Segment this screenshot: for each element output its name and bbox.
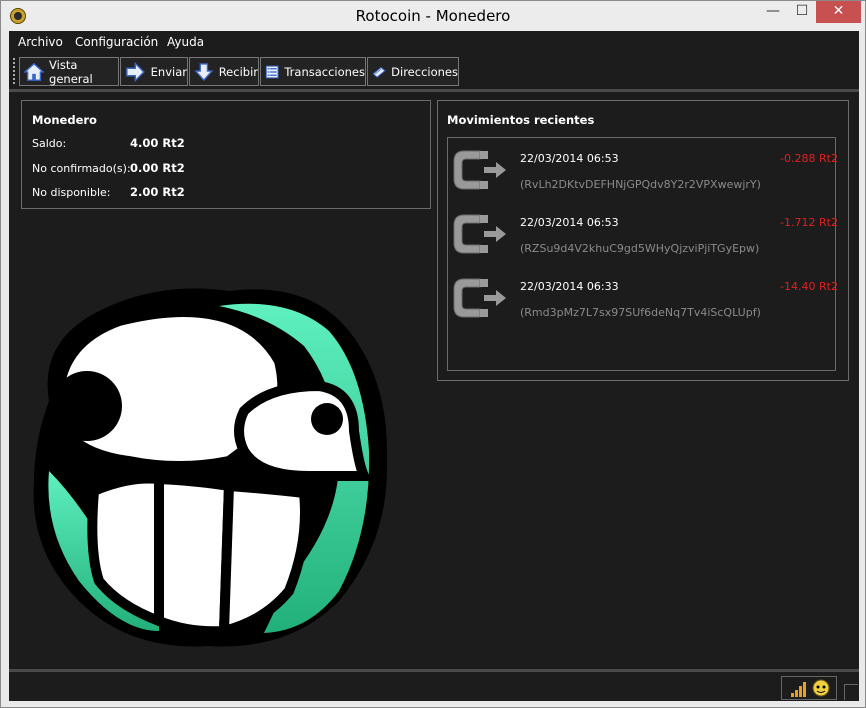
application-window: Rotocoin - Monedero — ☐ ✕ Archivo Config… (0, 0, 866, 708)
connection-bars-icon[interactable] (790, 680, 808, 698)
receive-arrow-icon (194, 62, 214, 81)
maximize-button[interactable]: ☐ (788, 1, 816, 23)
unconfirmed-value: 0.00 Rt2 (130, 161, 185, 175)
home-icon (24, 62, 45, 81)
transactions-button[interactable]: Transacciones (260, 57, 366, 86)
addresses-button[interactable]: Direcciones (367, 57, 459, 86)
transaction-address: (Rmd3pMz7L7sx97SUf6deNq7Tv4iScQLUpf) (520, 306, 761, 319)
transactions-list-icon (265, 65, 279, 78)
close-button[interactable]: ✕ (816, 1, 861, 23)
unconfirmed-label: No confirmado(s): (32, 162, 131, 175)
sent-coin-icon (453, 150, 506, 190)
transactions-list[interactable]: 22/03/2014 06:53 -0.288 Rt2 (RvLh2DKtvDE… (447, 137, 838, 371)
rotocoin-mascot-logo (33, 288, 388, 647)
minimize-button[interactable]: — (759, 1, 787, 23)
receive-button[interactable]: Recibir (189, 57, 259, 86)
sync-status-icon[interactable] (812, 679, 830, 697)
balance-label: Saldo: (32, 137, 67, 150)
recent-title: Movimientos recientes (447, 113, 595, 127)
transactions-label: Transacciones (284, 64, 365, 79)
transaction-date: 22/03/2014 06:53 (520, 216, 619, 229)
send-label: Enviar (150, 64, 187, 79)
toolbar-divider (9, 89, 859, 92)
transaction-date: 22/03/2014 06:33 (520, 280, 619, 293)
title-bar[interactable]: Rotocoin - Monedero — ☐ ✕ (1, 1, 865, 31)
status-bar (9, 672, 859, 701)
toolbar-grip[interactable] (13, 58, 15, 84)
transaction-item[interactable]: 22/03/2014 06:53 -0.288 Rt2 (RvLh2DKtvDE… (448, 138, 838, 198)
sent-coin-icon (453, 214, 506, 254)
receive-label: Recibir (218, 64, 258, 79)
unavailable-label: No disponible: (32, 186, 111, 199)
client-area: Archivo Configuración Ayuda Vista genera… (9, 31, 859, 701)
menu-bar: Archivo Configuración Ayuda (9, 31, 859, 53)
address-book-icon (372, 66, 386, 78)
transaction-amount: -14.40 Rt2 (780, 280, 838, 293)
transaction-address: (RZSu9d4V2khuC9gd5WHyQjzviPjiTGyEpw) (520, 242, 760, 255)
menu-configuracion[interactable]: Configuración (75, 35, 158, 49)
unavailable-value: 2.00 Rt2 (130, 185, 185, 199)
transaction-amount: -0.288 Rt2 (780, 152, 838, 165)
toolbar: Vista general Enviar Recibir Transaccion… (9, 54, 859, 88)
sent-coin-icon (453, 278, 506, 318)
send-button[interactable]: Enviar (120, 57, 188, 86)
transaction-item[interactable]: 22/03/2014 06:53 -1.712 Rt2 (RZSu9d4V2kh… (448, 202, 838, 262)
menu-archivo[interactable]: Archivo (18, 35, 63, 49)
transaction-item[interactable]: 22/03/2014 06:33 -14.40 Rt2 (Rmd3pMz7L7s… (448, 266, 838, 326)
window-title: Rotocoin - Monedero (355, 7, 511, 25)
transaction-address: (RvLh2DKtvDEFHNjGPQdv8Y2r2VPXwewjrY) (520, 178, 761, 191)
send-arrow-icon (126, 61, 145, 82)
overview-label: Vista general (49, 57, 93, 86)
balance-value: 4.00 Rt2 (130, 136, 185, 150)
overview-button[interactable]: Vista general (19, 57, 119, 86)
status-icons (781, 676, 837, 700)
transaction-amount: -1.712 Rt2 (780, 216, 838, 229)
menu-ayuda[interactable]: Ayuda (167, 35, 204, 49)
recent-transactions-panel: Movimientos recientes 22/03/2014 06:53 -… (437, 100, 849, 381)
transaction-date: 22/03/2014 06:53 (520, 152, 619, 165)
resize-grip[interactable] (844, 684, 858, 700)
wallet-summary-panel: Monedero Saldo: 4.00 Rt2 No confirmado(s… (21, 100, 431, 209)
wallet-title: Monedero (32, 113, 97, 127)
addresses-label: Direcciones (391, 64, 458, 79)
